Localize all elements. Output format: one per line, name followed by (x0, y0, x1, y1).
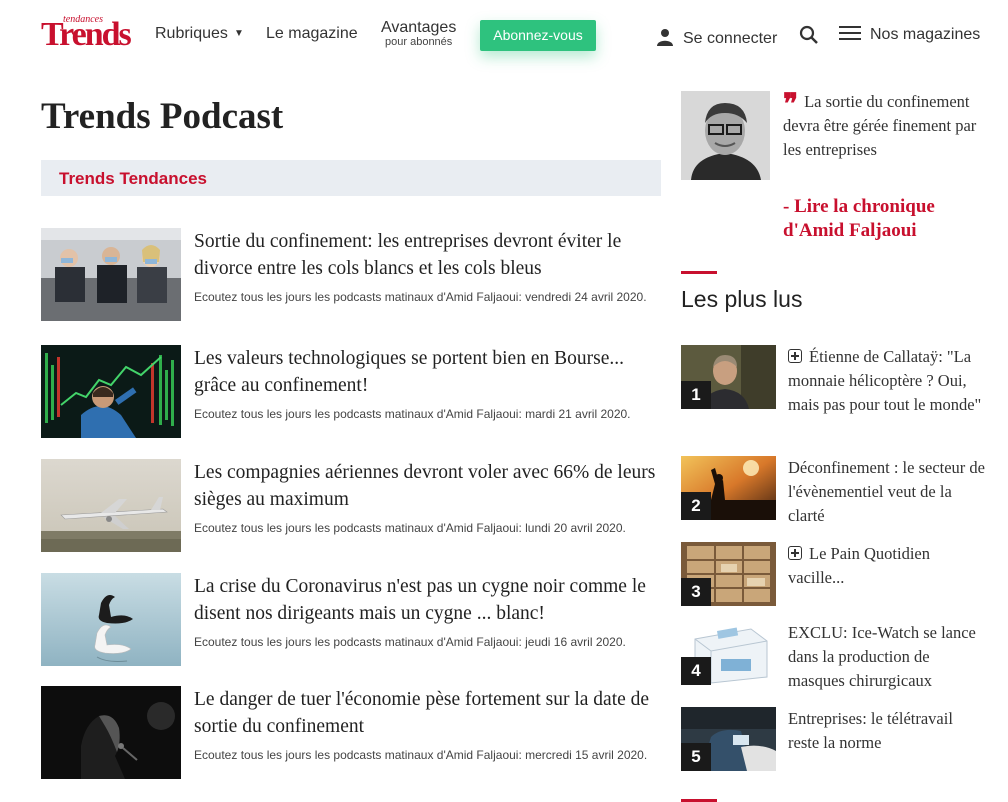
nos-magazines-menu[interactable]: Nos magazines (839, 25, 980, 44)
most-read-item[interactable]: 5 Entreprises: le télétravail reste la n… (681, 707, 991, 771)
nav-rubriques[interactable]: Rubriques ▼ (155, 25, 244, 43)
most-read-title[interactable]: Déconfinement : le secteur de l'évènemen… (788, 456, 988, 528)
nav-avantages-label: Avantages (381, 19, 457, 36)
most-read-item[interactable]: 2 Déconfinement : le secteur de l'évènem… (681, 456, 991, 528)
most-read-item[interactable]: 3 Le Pain Quotidien vacille... (681, 542, 991, 606)
quote-block: ❞ La sortie du confinement devra être gér… (783, 90, 983, 162)
nav-rubriques-label: Rubriques (155, 25, 228, 42)
most-read-label: Le Pain Quotidien vacille... (788, 544, 930, 587)
article-title[interactable]: Sortie du confinement: les entreprises d… (194, 228, 664, 282)
most-read-item[interactable]: 4 EXCLU: Ice-Watch se lance dans la prod… (681, 621, 991, 693)
menu-icon (839, 26, 861, 40)
article-title[interactable]: La crise du Coronavirus n'est pas un cyg… (194, 573, 664, 627)
most-read-title[interactable]: EXCLU: Ice-Watch se lance dans la produc… (788, 621, 988, 693)
magazines-label: Nos magazines (870, 26, 981, 43)
login-label: Se connecter (683, 30, 778, 47)
most-read-thumbnail[interactable]: 2 (681, 456, 776, 520)
premium-plus-icon (788, 546, 802, 560)
article-thumbnail[interactable] (41, 573, 181, 666)
article-item[interactable]: Les compagnies aériennes devront voler a… (41, 459, 661, 554)
article-item[interactable]: Le danger de tuer l'économie pèse fortem… (41, 686, 661, 781)
nav-le-magazine[interactable]: Le magazine (266, 25, 358, 43)
most-read-title[interactable]: Entreprises: le télétravail reste la nor… (788, 707, 988, 755)
article-meta: Ecoutez tous les jours les podcasts mati… (194, 407, 631, 421)
most-read-title[interactable]: Étienne de Callataÿ: "La monnaie hélicop… (788, 345, 988, 417)
article-title[interactable]: Les compagnies aériennes devront voler a… (194, 459, 664, 513)
article-title[interactable]: Le danger de tuer l'économie pèse fortem… (194, 686, 664, 740)
logo-tagline: tendances (63, 14, 103, 25)
article-thumbnail[interactable] (41, 459, 181, 552)
article-title[interactable]: Les valeurs technologiques se portent bi… (194, 345, 664, 399)
article-item[interactable]: Sortie du confinement: les entreprises d… (41, 228, 661, 323)
most-read-item[interactable]: 1 Étienne de Callataÿ: "La monnaie hélic… (681, 345, 991, 441)
section-divider (681, 271, 717, 274)
article-meta: Ecoutez tous les jours les podcasts mati… (194, 290, 647, 304)
article-meta: Ecoutez tous les jours les podcasts mati… (194, 521, 626, 535)
most-read-thumbnail[interactable]: 3 (681, 542, 776, 606)
section-label[interactable]: Trends Tendances (59, 169, 207, 189)
most-read-label: Étienne de Callataÿ: "La monnaie hélicop… (788, 347, 982, 414)
most-read-title: Les plus lus (681, 286, 803, 312)
read-column-link[interactable]: - Lire la chronique d'Amid Faljaoui (783, 195, 983, 243)
rank-number: 4 (681, 657, 711, 685)
most-read-thumbnail[interactable]: 5 (681, 707, 776, 771)
login-link[interactable]: Se connecter (657, 25, 777, 48)
nav-avantages[interactable]: Avantages pour abonnés (381, 19, 456, 48)
rank-number: 5 (681, 743, 711, 771)
rank-number: 1 (681, 381, 711, 409)
article-thumbnail[interactable] (41, 686, 181, 779)
article-item[interactable]: La crise du Coronavirus n'est pas un cyg… (41, 573, 661, 668)
article-item[interactable]: Les valeurs technologiques se portent bi… (41, 345, 661, 440)
quote-text: La sortie du confinement devra être géré… (783, 92, 977, 159)
user-icon (657, 28, 673, 46)
page-title: Trends Podcast (41, 96, 284, 137)
search-icon[interactable] (799, 25, 819, 45)
caret-down-icon: ▼ (233, 28, 244, 39)
article-meta: Ecoutez tous les jours les podcasts mati… (194, 748, 648, 762)
rank-number: 3 (681, 578, 711, 606)
section-header: Trends Tendances (41, 160, 661, 196)
nav-avantages-sublabel: pour abonnés (385, 36, 453, 48)
most-read-title[interactable]: Le Pain Quotidien vacille... (788, 542, 988, 590)
subscribe-button[interactable]: Abonnez-vous (480, 20, 596, 51)
rank-number: 2 (681, 492, 711, 520)
site-header: Trends tendances Rubriques ▼ Le magazine … (0, 0, 1008, 72)
article-thumbnail[interactable] (41, 345, 181, 438)
article-meta: Ecoutez tous les jours les podcasts mati… (194, 635, 626, 649)
premium-plus-icon (788, 349, 802, 363)
most-read-thumbnail[interactable]: 1 (681, 345, 776, 409)
trends-logo[interactable]: Trends tendances (41, 14, 133, 52)
article-thumbnail[interactable] (41, 228, 181, 321)
author-photo[interactable] (681, 91, 770, 180)
most-read-thumbnail[interactable]: 4 (681, 621, 776, 685)
